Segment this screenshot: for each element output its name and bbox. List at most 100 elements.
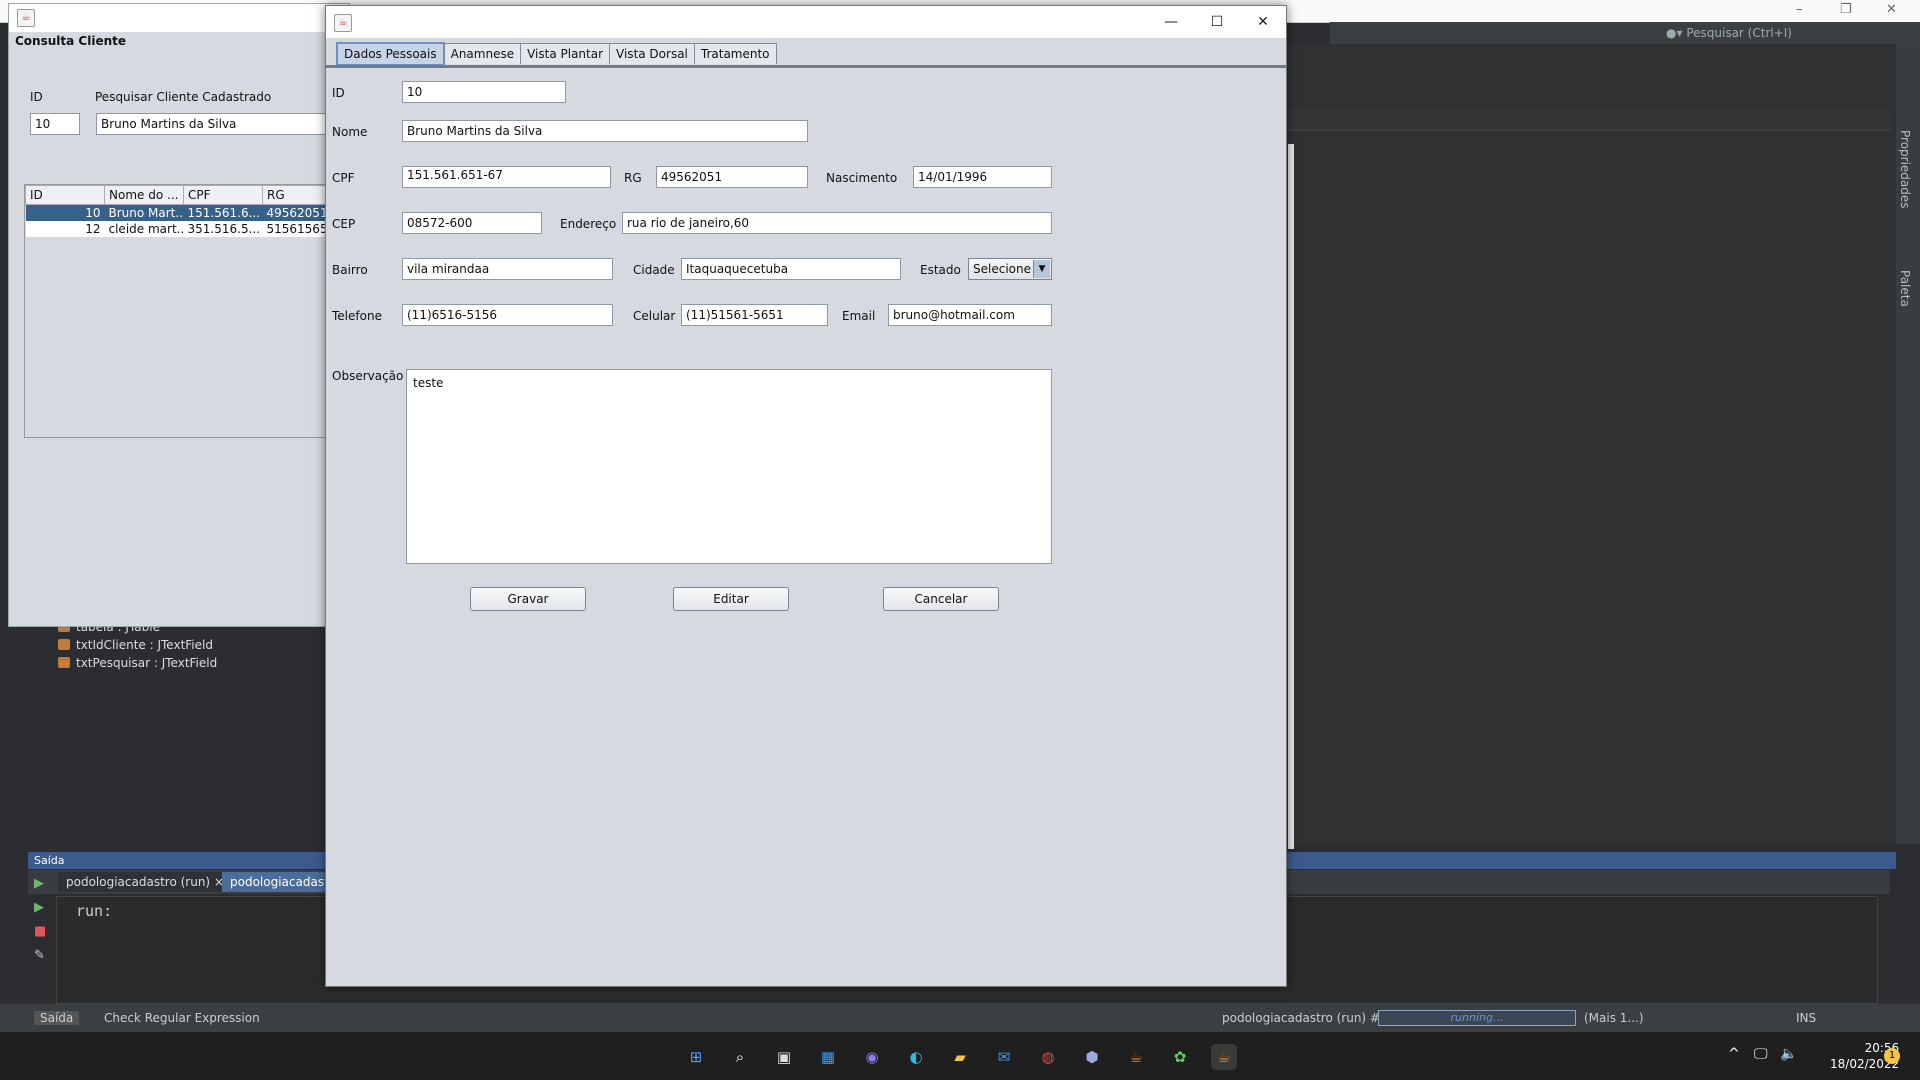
tab-dados-pessoais[interactable]: Dados Pessoais (336, 42, 445, 66)
search-input[interactable]: Bruno Martins da Silva (96, 113, 356, 135)
stop-icon[interactable]: ■ (34, 924, 50, 939)
id-label: ID (332, 86, 345, 100)
column-header[interactable]: ID (25, 185, 105, 205)
chat-icon[interactable]: ◉ (859, 1044, 885, 1070)
endereco-label: Endereço (560, 217, 617, 231)
telefone-field[interactable]: (11)6516-5156 (402, 304, 613, 326)
tab-vista-plantar[interactable]: Vista Plantar (520, 43, 611, 64)
navigator-item[interactable]: txtPesquisar : JTextField (58, 656, 217, 670)
column-header[interactable]: CPF (183, 185, 263, 205)
ide-search-bar[interactable]: ●▾ Pesquisar (Ctrl+I) (1330, 22, 1920, 44)
ide-form-preview-edge (1288, 144, 1294, 849)
window-heading: Consulta Cliente (15, 34, 126, 48)
table-cell: 351.516.5... (183, 221, 263, 237)
properties-tab[interactable]: Propriedades (1898, 130, 1912, 209)
restore-icon[interactable]: ❐ (1840, 2, 1852, 17)
output-toggle[interactable]: Saída (34, 1011, 80, 1025)
maximize-icon[interactable]: ☐ (1194, 6, 1240, 38)
table-cell: Bruno Mart... (104, 204, 184, 221)
cpf-field[interactable]: 151.561.651-67 (402, 166, 611, 188)
chevron-up-icon[interactable]: ^ (1728, 1046, 1740, 1062)
regex-toggle[interactable]: Check Regular Expression (104, 1011, 260, 1025)
cep-field[interactable]: 08572-600 (402, 212, 542, 234)
minimize-icon[interactable]: — (1148, 6, 1194, 38)
column-header[interactable]: Nome do ... (104, 185, 184, 205)
start-icon[interactable]: ⊞ (683, 1044, 709, 1070)
cpf-label: CPF (332, 171, 355, 185)
java-icon: ☕ (17, 9, 35, 27)
output-tab-label: podologiacadast (230, 875, 329, 889)
task-view-icon[interactable]: ▣ (771, 1044, 797, 1070)
tab-vista-dorsal[interactable]: Vista Dorsal (609, 43, 695, 64)
table-row[interactable]: 12 cleide mart... 351.516.5... 51561565 (25, 221, 355, 237)
table-row[interactable]: 10 Bruno Mart... 151.561.6... 49562051 (25, 204, 355, 221)
java-app-icon[interactable]: ☕ (1211, 1044, 1237, 1070)
email-field[interactable]: bruno@hotmail.com (888, 304, 1052, 326)
rerun-icon[interactable]: ▶ (34, 876, 50, 891)
close-icon[interactable]: ✕ (1886, 2, 1897, 17)
gravar-button[interactable]: Gravar (470, 587, 586, 611)
netbeans-icon[interactable]: ✿ (1167, 1044, 1193, 1070)
nascimento-field[interactable]: 14/01/1996 (913, 166, 1052, 188)
output-title: Saída (34, 854, 65, 867)
rerun-debug-icon[interactable]: ▶ (34, 900, 50, 915)
tab-divider (326, 65, 1286, 68)
java-icon[interactable]: ☕ (1123, 1044, 1149, 1070)
tab-bar: Dados Pessoais Anamnese Vista Plantar Vista… (336, 42, 777, 66)
search-input[interactable]: Pesquisar (Ctrl+I) (1686, 26, 1792, 40)
search-icon[interactable]: ⌕ (727, 1044, 753, 1070)
estado-value: Selecione (973, 262, 1031, 276)
rg-label: RG (624, 171, 642, 185)
nascimento-label: Nascimento (826, 171, 898, 185)
output-tab-run-2[interactable]: podologiacadast (222, 872, 337, 892)
app-icon[interactable]: ⬢ (1079, 1044, 1105, 1070)
tab-anamnese[interactable]: Anamnese (443, 43, 522, 64)
chevron-down-icon[interactable]: ▼ (1033, 260, 1050, 278)
palette-tab[interactable]: Paleta (1898, 270, 1912, 307)
edge-icon[interactable]: ◐ (903, 1044, 929, 1070)
observacao-textarea[interactable]: teste (406, 369, 1052, 564)
notification-badge[interactable]: 1 (1884, 1048, 1900, 1064)
tab-tratamento[interactable]: Tratamento (693, 43, 777, 64)
component-icon (58, 639, 70, 650)
estado-select[interactable]: Selecione ▼ (968, 258, 1052, 280)
navigator-item-label: txtIdCliente : JTextField (76, 638, 213, 652)
volume-icon[interactable]: 🔈 (1780, 1046, 1797, 1062)
id-field[interactable]: 10 (402, 81, 566, 103)
id-field[interactable]: 10 (30, 113, 80, 135)
email-label: Email (842, 309, 876, 323)
chrome-icon[interactable]: ◍ (1035, 1044, 1061, 1070)
table-cell: 12 (25, 221, 105, 237)
navigator-item-label: txtPesquisar : JTextField (76, 656, 218, 670)
navigator-item[interactable]: txtIdCliente : JTextField (58, 638, 213, 652)
celular-field[interactable]: (11)51561-5651 (681, 304, 828, 326)
search-label: Pesquisar Cliente Cadastrado (95, 90, 272, 104)
close-icon[interactable]: ✕ (1240, 6, 1286, 38)
settings-icon[interactable]: ✎ (34, 948, 50, 963)
endereco-field[interactable]: rua rio de janeiro,60 (622, 212, 1052, 234)
output-tab-label: podologiacadastro (run) (66, 875, 211, 889)
consulta-cliente-window: ☕ Consulta Cliente ID Pesquisar Cliente … (8, 3, 356, 627)
celular-label: Celular (633, 309, 676, 323)
search-icon: ●▾ (1666, 26, 1683, 40)
nome-label: Nome (332, 125, 368, 139)
cidade-field[interactable]: Itaquaquecetuba (681, 258, 901, 280)
widgets-icon[interactable]: ▦ (815, 1044, 841, 1070)
table-cell: 10 (25, 204, 105, 221)
table-cell: 151.561.6... (183, 204, 263, 221)
console-text: run: (76, 902, 113, 920)
status-bar: Saída Check Regular Expression podologia… (0, 1004, 1920, 1032)
mail-icon[interactable]: ✉ (991, 1044, 1017, 1070)
more-processes[interactable]: (Mais 1...) (1584, 1011, 1644, 1025)
folder-icon[interactable]: ▰ (947, 1044, 973, 1070)
editar-button[interactable]: Editar (673, 587, 789, 611)
output-tab-run[interactable]: podologiacadastro (run) × (58, 872, 233, 892)
network-icon[interactable]: 🖵 (1754, 1046, 1768, 1062)
client-table[interactable]: ID Nome do ... CPF RG 10 Bruno Mart... 1… (24, 184, 356, 438)
nome-field[interactable]: Bruno Martins da Silva (402, 120, 808, 142)
cancelar-button[interactable]: Cancelar (883, 587, 999, 611)
bairro-field[interactable]: vila mirandaa (402, 258, 613, 280)
rg-field[interactable]: 49562051 (656, 166, 808, 188)
minimize-icon[interactable]: – (1796, 2, 1803, 17)
progress-bar: running... (1378, 1010, 1576, 1026)
